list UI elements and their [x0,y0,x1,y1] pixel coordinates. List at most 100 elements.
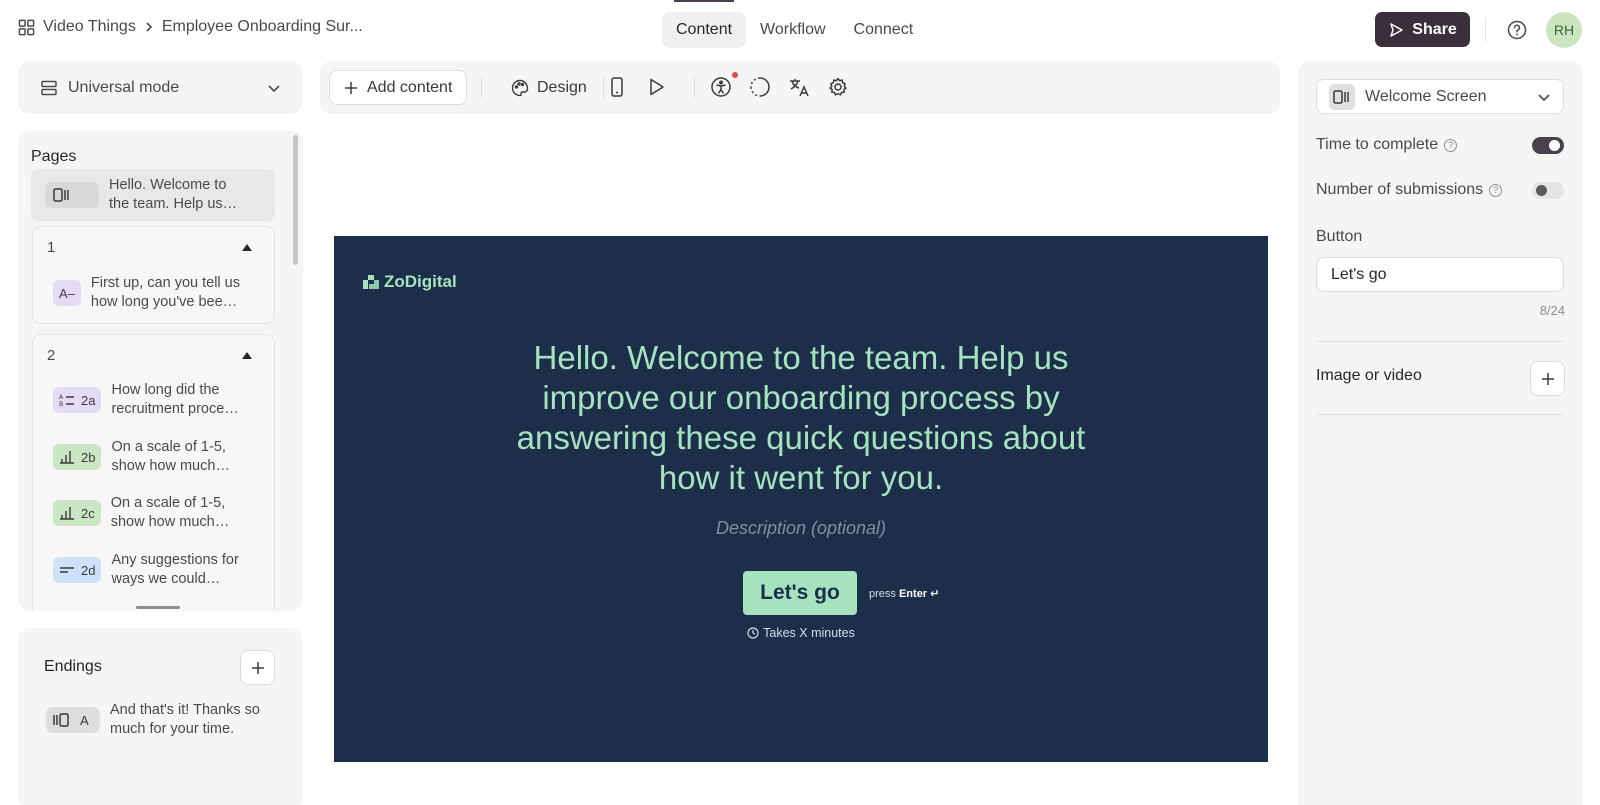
accessibility-icon[interactable] [710,76,732,98]
editor-toolbar: Add content Design [320,61,1280,114]
badge-label: 2a [81,392,96,408]
ending-item[interactable]: A And that's it! Thanks so much for your… [46,701,260,739]
mode-select[interactable]: Universal mode [18,61,303,114]
share-button[interactable]: Share [1375,12,1470,47]
design-label: Design [537,78,587,96]
ending-screen-icon [53,713,69,727]
time-to-complete-row: Time to complete ? [1316,136,1564,154]
button-field-label: Button [1316,228,1363,245]
notification-dot [732,72,738,78]
short-text-icon [60,567,74,573]
breadcrumb-survey[interactable]: Employee Onboarding Sur... [162,18,363,36]
rating-scale-icon [60,507,74,520]
resize-handle[interactable] [136,606,180,609]
badge-label: 2b [81,449,96,465]
design-button[interactable]: Design [503,70,595,105]
multiple-choice-icon: AB [59,394,74,407]
badge-label: 2d [81,562,96,578]
question-badge: 2c [53,500,101,526]
translate-icon[interactable] [788,76,810,98]
plus-icon [251,661,264,674]
multiple-choice-icon: A– [59,285,75,301]
screen-type-badge [1329,83,1355,110]
screen-type-select[interactable]: Welcome Screen [1316,79,1564,114]
layers-icon [41,80,57,95]
rating-scale-icon [60,451,74,464]
page-item-welcome[interactable]: Hello. Welcome to the team. Help us impr… [31,169,275,221]
tab-content[interactable]: Content [662,0,747,48]
image-or-video-label: Image or video [1316,367,1422,384]
lets-go-button[interactable]: Let's go [743,571,857,615]
ending-text: And that's it! Thanks so much for your t… [110,702,260,737]
endings-panel: Endings A And that's it! Thanks so much … [18,628,303,805]
page-item-question[interactable]: A– First up, can you tell us how long yo… [53,274,241,312]
plus-icon [345,81,357,94]
info-icon[interactable]: ? [1444,138,1458,152]
divider [1316,414,1564,415]
duration-hint: Takes X minutes [334,626,1268,640]
badge-label: A [80,712,89,728]
add-content-label: Add content [367,78,453,96]
group-number: 2 [47,347,56,364]
press-label: press [869,588,896,600]
avatar[interactable]: RH [1546,12,1582,48]
tab-workflow[interactable]: Workflow [746,12,840,48]
clock-icon [747,627,759,639]
gear-icon[interactable] [827,76,849,98]
svg-text:B: B [59,401,63,407]
submissions-toggle[interactable] [1532,181,1564,199]
screen-preview[interactable]: ZoDigital Hello. Welcome to the team. He… [334,236,1268,762]
logo-mark-icon [363,275,379,289]
tab-connect[interactable]: Connect [840,12,928,48]
welcome-headline[interactable]: Hello. Welcome to the team. Help us impr… [484,338,1118,498]
send-icon [1390,22,1404,37]
ending-badge: A [46,707,100,733]
mobile-preview-icon[interactable] [606,76,628,98]
play-icon[interactable] [645,76,667,98]
submissions-row: Number of submissions ? [1316,181,1564,199]
palette-icon [511,79,529,96]
question-badge: AB 2a [53,387,102,413]
page-group-1: 1 A– First up, can you tell us how long … [32,226,275,324]
page-item-question[interactable]: 2b On a scale of 1-5, show how much you … [53,438,241,476]
chevron-right-icon [146,22,152,32]
page-item-text: Hello. Welcome to the team. Help us impr… [109,177,227,212]
question-text: On a scale of 1-5, show how much you agr… [110,495,226,530]
group-number: 1 [47,239,56,256]
divider [1316,341,1564,342]
collapse-icon[interactable] [242,352,252,359]
question-badge: 2b [53,444,102,470]
button-text-input[interactable] [1316,257,1564,292]
divider [694,77,695,98]
question-text: First up, can you tell us how long you'v… [90,275,240,310]
grid-icon[interactable] [18,19,35,36]
scrollbar[interactable] [293,135,298,265]
page-group-2: 2 AB 2a How long did the recruitment pro… [32,334,275,611]
info-icon[interactable]: ? [1489,183,1503,197]
page-item-question[interactable]: 2d Any suggestions for ways we could imp… [53,551,241,589]
page-item-question[interactable]: 2c On a scale of 1-5, show how much you … [53,494,241,532]
pages-panel: Pages Hello. Welcome to the team. Help u… [18,131,303,611]
page-item-question[interactable]: AB 2a How long did the recruitment proce… [53,381,241,419]
add-media-button[interactable] [1530,361,1565,396]
collapse-icon[interactable] [242,244,252,251]
progress-indicator-icon[interactable] [749,76,771,98]
multiple-choice-badge: A– [53,280,81,306]
welcome-screen-icon [1333,89,1349,104]
toggle-knob [1536,184,1547,196]
time-to-complete-label: Time to complete [1316,136,1439,153]
time-to-complete-toggle[interactable] [1532,136,1564,154]
welcome-screen-badge [45,182,99,208]
screen-type-label: Welcome Screen [1365,87,1487,105]
brand-logo: ZoDigital [363,272,457,292]
endings-title: Endings [44,658,102,675]
question-text: How long did the recruitment process tak… [111,382,239,417]
plus-icon [1541,372,1554,385]
add-content-button[interactable]: Add content [329,70,468,105]
description-placeholder[interactable]: Description (optional) [334,518,1268,539]
add-ending-button[interactable] [240,650,275,685]
help-icon[interactable] [1507,20,1527,40]
question-text: On a scale of 1-5, show how much you agr… [111,439,226,474]
share-label: Share [1412,20,1457,38]
breadcrumb-workspace[interactable]: Video Things [43,18,136,36]
